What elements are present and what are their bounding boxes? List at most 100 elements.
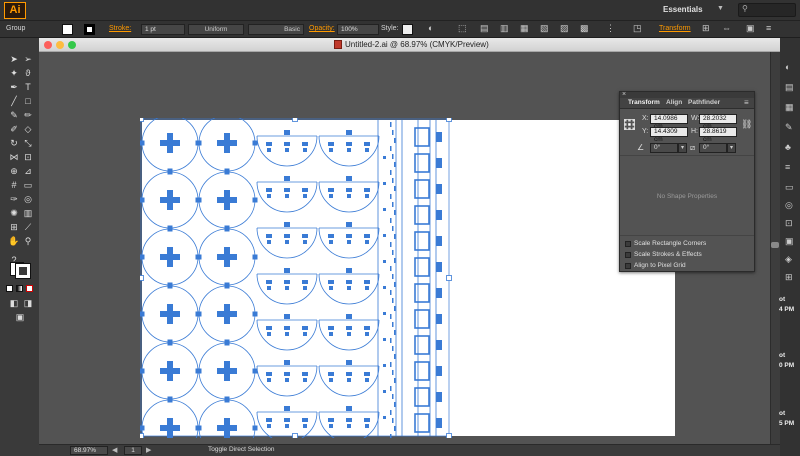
align-middle-icon[interactable]: ▨ — [560, 23, 569, 34]
line-tool-icon[interactable]: ╱ — [8, 96, 20, 107]
selection-tool-icon[interactable]: ➤ — [8, 54, 20, 65]
blend-tool-icon[interactable]: ◎ — [22, 194, 34, 205]
draw-normal-icon[interactable]: ◧ — [8, 298, 20, 309]
shear-dropdown-icon[interactable]: ▾ — [727, 143, 736, 153]
eyedropper-tool-icon[interactable]: ✑ — [8, 194, 20, 205]
stroke-color-box[interactable] — [15, 263, 31, 279]
align-left-icon[interactable]: ▤ — [480, 23, 489, 34]
tab-pathfinder[interactable]: Pathfinder — [688, 99, 720, 106]
constrain-proportions-icon[interactable]: ⛓ — [741, 119, 752, 130]
selected-pattern-artwork[interactable] — [140, 118, 452, 438]
scale-rectangle-corners-checkbox[interactable] — [625, 241, 631, 247]
rotate-tool-icon[interactable]: ↻ — [8, 138, 20, 149]
transform-link[interactable]: Transform — [659, 25, 691, 32]
zoom-window-button[interactable] — [68, 41, 76, 49]
graphic-styles-icon[interactable]: ▣ — [785, 236, 794, 247]
direct-selection-tool-icon[interactable]: ➢ — [22, 54, 34, 65]
minimize-window-button[interactable] — [56, 41, 64, 49]
width-tool-icon[interactable]: ⋈ — [8, 152, 20, 163]
control-menu-icon[interactable]: ≡ — [766, 23, 771, 33]
isolate-group-icon[interactable]: ◳ — [633, 23, 642, 34]
shear-field[interactable]: 0° — [699, 143, 727, 153]
rotate-dropdown-icon[interactable]: ▾ — [678, 143, 687, 153]
rectangle-tool-icon[interactable]: □ — [22, 96, 34, 107]
vertical-scrollbar[interactable] — [770, 52, 780, 444]
gradient-mode-icon[interactable] — [16, 285, 23, 292]
graphic-style-swatch[interactable] — [402, 24, 413, 35]
graph-tool-icon[interactable]: ▥ — [22, 208, 34, 219]
color-guide-icon[interactable]: ▤ — [785, 82, 794, 93]
tab-transform[interactable]: Transform — [628, 99, 660, 106]
panel-close-icon[interactable]: × — [622, 91, 626, 98]
scale-tool-icon[interactable]: ⤡ — [22, 138, 34, 149]
variable-width-profile-dropdown[interactable]: Uniform — [188, 24, 244, 35]
width-field[interactable]: 28.2032 cm — [699, 114, 737, 130]
stroke-weight-field[interactable]: 1 pt — [141, 24, 185, 35]
none-mode-icon[interactable] — [26, 285, 33, 292]
pen-tool-icon[interactable]: ✒ — [8, 82, 20, 93]
arrange-icon[interactable]: ▣ — [746, 23, 755, 34]
screen-mode-icon[interactable]: ▣ — [14, 312, 26, 323]
align-selection-icon[interactable]: ⬚ — [458, 23, 467, 34]
magic-wand-tool-icon[interactable]: ✦ — [8, 68, 20, 79]
lasso-tool-icon[interactable]: ϑ — [22, 68, 34, 79]
artboards-panel-icon[interactable]: ⊞ — [785, 272, 793, 283]
chevron-down-icon[interactable]: ▼ — [717, 5, 724, 12]
x-position-field[interactable]: 14.0986 cm — [650, 114, 688, 130]
align-center-icon[interactable]: ▥ — [500, 23, 509, 34]
paintbrush-tool-icon[interactable]: ✎ — [8, 110, 20, 121]
hand-tool-icon[interactable]: ✋ — [8, 236, 20, 247]
type-tool-icon[interactable]: T — [22, 82, 34, 93]
align-bottom-icon[interactable]: ▩ — [580, 23, 589, 34]
gradient-panel-icon[interactable]: ▭ — [785, 182, 794, 193]
y-position-field[interactable]: 14.4309 cm — [650, 127, 688, 143]
swatches-panel-icon[interactable]: ▦ — [785, 102, 794, 113]
free-transform-tool-icon[interactable]: ⊡ — [22, 152, 34, 163]
zoom-tool-icon[interactable]: ⚲ — [22, 236, 34, 247]
color-mode-icon[interactable] — [6, 285, 13, 292]
scale-strokes-effects-checkbox[interactable] — [625, 252, 631, 258]
perspective-grid-tool-icon[interactable]: ⊿ — [22, 166, 34, 177]
symbols-panel-icon[interactable]: ♣ — [785, 142, 791, 152]
artboard-tool-icon[interactable]: ⊞ — [8, 222, 20, 233]
draw-behind-icon[interactable]: ◨ — [22, 298, 34, 309]
gradient-tool-icon[interactable]: ▭ — [22, 180, 34, 191]
opacity-label[interactable]: Opacity: — [309, 25, 335, 32]
rotate-field[interactable]: 0° — [650, 143, 678, 153]
mesh-tool-icon[interactable]: # — [8, 180, 20, 191]
distribute-icon[interactable]: ⋮ — [606, 23, 615, 34]
eraser-tool-icon[interactable]: ◇ — [22, 124, 34, 135]
recolor-artwork-icon[interactable]: ◐ — [428, 23, 433, 33]
opacity-field[interactable]: 100% — [337, 24, 379, 35]
symbol-sprayer-tool-icon[interactable]: ✺ — [8, 208, 20, 219]
brushes-panel-icon[interactable]: ✎ — [785, 122, 793, 133]
slice-tool-icon[interactable]: ⟋ — [22, 222, 34, 233]
pencil-tool-icon[interactable]: ✏ — [22, 110, 34, 121]
scrollbar-thumb[interactable] — [771, 242, 779, 248]
next-artboard-icon[interactable]: ▶ — [146, 446, 151, 454]
blob-brush-tool-icon[interactable]: ✐ — [8, 124, 20, 135]
brush-definition-dropdown[interactable]: Basic — [248, 24, 304, 35]
workspace-switcher[interactable]: Essentials — [663, 5, 703, 14]
reflect-icon[interactable]: ⇔ — [722, 23, 731, 33]
height-field[interactable]: 28.8619 cm — [699, 127, 737, 143]
reference-point-icon[interactable] — [624, 119, 635, 130]
previous-artboard-icon[interactable]: ◀ — [112, 446, 117, 454]
close-window-button[interactable] — [44, 41, 52, 49]
panel-menu-icon[interactable]: ≡ — [744, 98, 749, 107]
align-to-pixel-grid-checkbox[interactable] — [625, 263, 631, 269]
artboard-number-field[interactable]: 1 — [124, 446, 142, 455]
align-top-icon[interactable]: ▧ — [540, 23, 549, 34]
transform-options-icon[interactable]: ⊞ — [702, 23, 710, 34]
stroke-swatch[interactable] — [84, 24, 95, 35]
transparency-panel-icon[interactable]: ◎ — [785, 200, 793, 211]
stroke-panel-icon[interactable]: ≡ — [785, 162, 790, 172]
layers-panel-icon[interactable]: ◈ — [785, 254, 792, 265]
appearance-panel-icon[interactable]: ⊡ — [785, 218, 793, 229]
tab-align[interactable]: Align — [666, 99, 682, 106]
fill-swatch[interactable] — [62, 24, 73, 35]
zoom-level-field[interactable]: 68.97% — [70, 446, 108, 455]
shape-builder-tool-icon[interactable]: ⊕ — [8, 166, 20, 177]
color-panel-icon[interactable]: ◐ — [785, 62, 790, 72]
stroke-label[interactable]: Stroke: — [109, 25, 131, 32]
